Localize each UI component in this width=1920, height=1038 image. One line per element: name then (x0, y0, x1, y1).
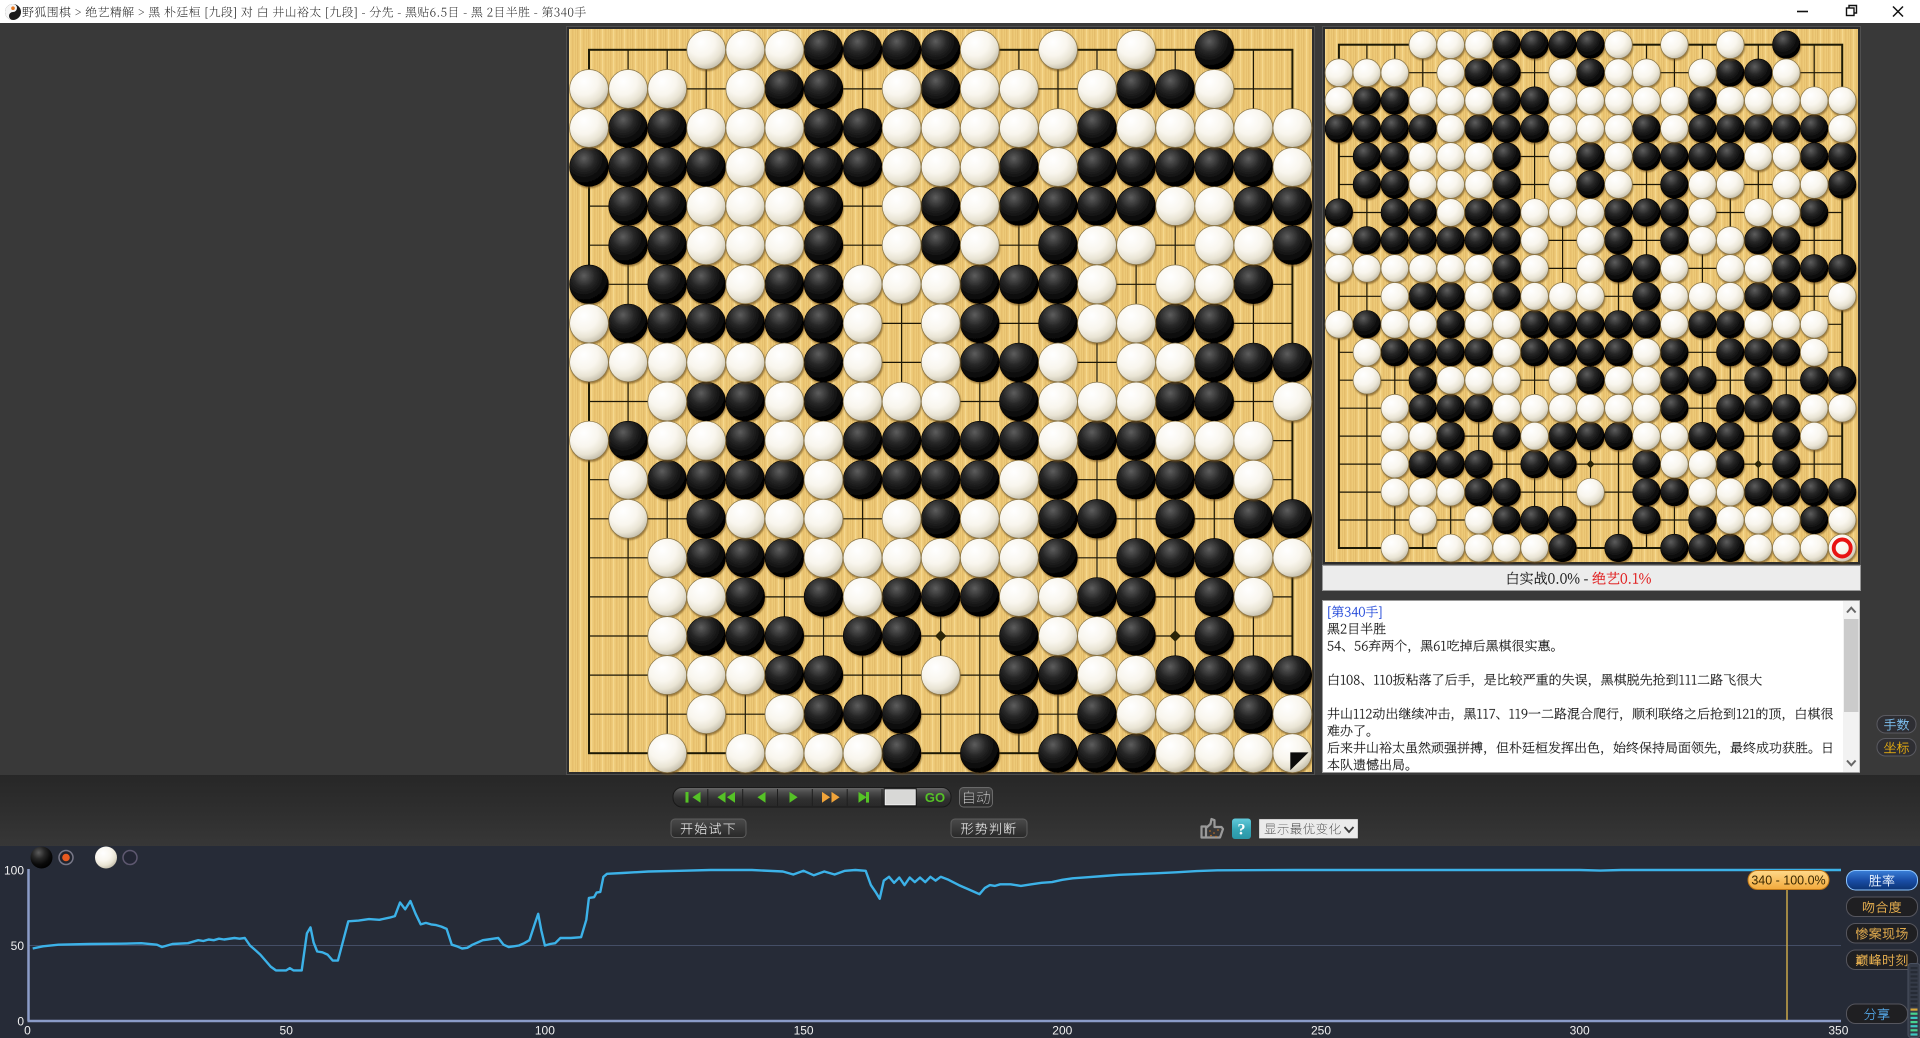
svg-text:200: 200 (1052, 1024, 1072, 1038)
svg-text:340 - 100.0%: 340 - 100.0% (1751, 874, 1825, 888)
svg-text:50: 50 (11, 939, 25, 953)
svg-text:50: 50 (280, 1024, 294, 1038)
svg-text:?: ? (1238, 822, 1246, 839)
svg-text:300: 300 (1570, 1024, 1590, 1038)
svg-text:100: 100 (4, 864, 24, 878)
svg-text:150: 150 (794, 1024, 814, 1038)
svg-text:250: 250 (1311, 1024, 1331, 1038)
svg-text:GO: GO (925, 790, 945, 805)
svg-text:0: 0 (24, 1024, 31, 1038)
svg-text:350: 350 (1828, 1024, 1848, 1038)
svg-text:100: 100 (535, 1024, 555, 1038)
